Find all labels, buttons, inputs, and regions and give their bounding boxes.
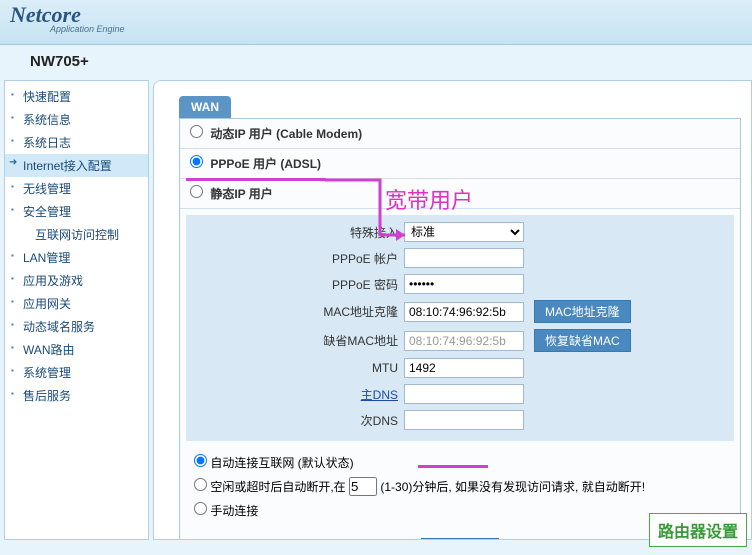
input-idle-minutes[interactable]: [349, 477, 377, 496]
radio-pppoe-label: PPPoE 用户 (ADSL): [210, 157, 321, 171]
sidebar-item-apps[interactable]: 应用及游戏: [5, 269, 148, 292]
input-dns2[interactable]: [404, 410, 524, 430]
label-special: 特殊接入: [194, 224, 404, 241]
sidebar-item-wanroute[interactable]: WAN路由: [5, 338, 148, 361]
tab-wan[interactable]: WAN: [179, 96, 231, 118]
label-conn-auto: 自动连接互联网 (默认状态): [210, 456, 353, 470]
label-conn-manual: 手动连接: [210, 504, 258, 518]
input-dns1[interactable]: [404, 384, 524, 404]
sidebar-item-sysmgr[interactable]: 系统管理: [5, 361, 148, 384]
pppoe-form: 特殊接入 标准 PPPoE 帐户 PPPoE 密码 MAC地址克隆 MAC地址克…: [186, 215, 734, 441]
model-number: NW705+: [0, 45, 752, 78]
sidebar-item-wireless[interactable]: 无线管理: [5, 177, 148, 200]
label-conn-idle-post: (1-30)分钟后, 如果没有发现访问请求, 就自动断开!: [380, 480, 645, 494]
radio-conn-idle[interactable]: [194, 478, 207, 491]
sidebar-item-security[interactable]: 安全管理: [5, 200, 148, 223]
sidebar-item-sysinfo[interactable]: 系统信息: [5, 108, 148, 131]
radio-static[interactable]: [190, 185, 203, 198]
main-panel: WAN 动态IP 用户 (Cable Modem) PPPoE 用户 (ADSL…: [153, 80, 752, 540]
select-special[interactable]: 标准: [404, 222, 524, 242]
sidebar-item-gateway[interactable]: 应用网关: [5, 292, 148, 315]
input-mac-default: [404, 331, 524, 351]
btn-save[interactable]: 保存生效: [421, 538, 499, 540]
label-dns2: 次DNS: [194, 412, 404, 429]
sidebar-item-syslog[interactable]: 系统日志: [5, 131, 148, 154]
input-mtu[interactable]: [404, 358, 524, 378]
sidebar: 快速配置 系统信息 系统日志 Internet接入配置 无线管理 安全管理 互联…: [4, 80, 149, 540]
radio-pppoe[interactable]: [190, 155, 203, 168]
sidebar-item-quick[interactable]: 快速配置: [5, 85, 148, 108]
radio-dynamic-label: 动态IP 用户 (Cable Modem): [210, 127, 362, 141]
sidebar-item-support[interactable]: 售后服务: [5, 384, 148, 407]
label-mtu: MTU: [194, 361, 404, 375]
label-dns1: 主DNS: [194, 386, 404, 403]
input-mac-clone[interactable]: [404, 302, 524, 322]
radio-dynamic[interactable]: [190, 125, 203, 138]
label-account: PPPoE 帐户: [194, 250, 404, 267]
brand-subtitle: Application Engine: [50, 24, 742, 34]
watermark: 路由器设置: [649, 513, 747, 547]
sidebar-sub-internet-access[interactable]: 互联网访问控制: [5, 223, 148, 246]
radio-row-dynamic[interactable]: 动态IP 用户 (Cable Modem): [180, 119, 740, 149]
radio-row-static[interactable]: 静态IP 用户: [180, 179, 740, 209]
btn-mac-clone[interactable]: MAC地址克隆: [534, 300, 631, 323]
radio-conn-manual[interactable]: [194, 502, 207, 515]
radio-static-label: 静态IP 用户: [210, 187, 272, 201]
btn-mac-restore[interactable]: 恢复缺省MAC: [534, 329, 631, 352]
label-password: PPPoE 密码: [194, 276, 404, 293]
radio-row-pppoe[interactable]: PPPoE 用户 (ADSL): [180, 149, 740, 179]
sidebar-item-lan[interactable]: LAN管理: [5, 246, 148, 269]
radio-conn-auto[interactable]: [194, 454, 207, 467]
sidebar-item-internet[interactable]: Internet接入配置: [5, 154, 148, 177]
sidebar-item-ddns[interactable]: 动态域名服务: [5, 315, 148, 338]
label-conn-idle-pre: 空闲或超时后自动断开,在: [210, 480, 345, 494]
label-mac-default: 缺省MAC地址: [194, 332, 404, 349]
input-account[interactable]: [404, 248, 524, 268]
input-password[interactable]: [404, 274, 524, 294]
label-mac-clone: MAC地址克隆: [194, 303, 404, 320]
